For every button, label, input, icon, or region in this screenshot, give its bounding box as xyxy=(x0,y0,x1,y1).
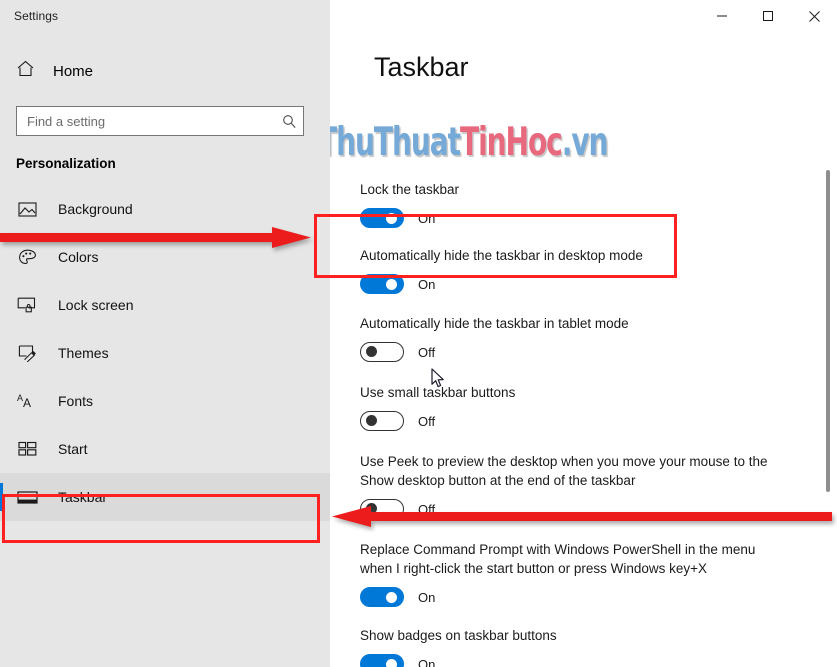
toggle-row: On xyxy=(360,208,827,228)
setting-label: Automatically hide the taskbar in deskto… xyxy=(360,248,643,263)
sidebar-item-start[interactable]: Start xyxy=(0,425,330,473)
close-button[interactable] xyxy=(791,0,837,32)
watermark-part3: .vn xyxy=(561,120,609,165)
app-title: Settings xyxy=(14,9,59,23)
toggle-state-label: On xyxy=(418,210,436,226)
sidebar-item-start-label: Start xyxy=(58,441,88,457)
setting-label: Show badges on taskbar buttons xyxy=(360,628,557,643)
setting-use-small-taskbar-buttons: Use small taskbar buttons Off xyxy=(360,383,827,431)
toggle-state-label: Off xyxy=(418,413,436,429)
sidebar-item-fonts-label: Fonts xyxy=(58,393,94,409)
setting-label: Replace Command Prompt with Windows Powe… xyxy=(360,542,756,576)
sidebar-item-themes[interactable]: Themes xyxy=(0,329,330,377)
close-icon xyxy=(808,10,821,23)
sidebar-item-home[interactable]: Home xyxy=(0,54,330,88)
sidebar-item-taskbar-label: Taskbar xyxy=(58,489,108,505)
sidebar: Home Personalization xyxy=(0,32,330,667)
home-icon xyxy=(16,59,35,83)
setting-show-badges: Show badges on taskbar buttons On xyxy=(360,626,827,667)
watermark-part1: ThuThuat xyxy=(330,120,461,165)
palette-icon xyxy=(16,248,38,267)
site-watermark: ThuThuatTinHoc.vn xyxy=(330,120,609,165)
toggle-row: Off xyxy=(360,499,827,519)
sidebar-item-background[interactable]: Background xyxy=(0,185,330,233)
setting-replace-command-prompt: Replace Command Prompt with Windows Powe… xyxy=(360,540,827,607)
content-pane: Taskbar ThuThuatTinHoc.vn Lock the taskb… xyxy=(330,32,837,667)
toggle-use-small-taskbar-buttons[interactable] xyxy=(360,411,404,431)
image-icon xyxy=(16,201,38,218)
fonts-aa-icon: A A xyxy=(16,392,38,410)
settings-window: Settings Home Find a setting Personaliza… xyxy=(0,0,837,667)
toggle-state-label: On xyxy=(418,589,436,605)
setting-label: Use small taskbar buttons xyxy=(360,385,516,400)
toggle-show-badges[interactable] xyxy=(360,654,404,667)
toggle-row: Off xyxy=(360,342,827,362)
sidebar-nav-list: Background Colors Lock screen Themes A A… xyxy=(0,185,330,521)
setting-label: Lock the taskbar xyxy=(360,182,460,197)
watermark-part2: TinHoc xyxy=(460,120,563,165)
minimize-icon xyxy=(716,10,728,22)
toggle-row: On xyxy=(360,654,827,667)
sidebar-item-taskbar[interactable]: Taskbar xyxy=(0,473,330,521)
toggle-state-label: Off xyxy=(418,344,436,360)
theme-brush-icon xyxy=(16,344,38,362)
start-tiles-icon xyxy=(16,441,38,457)
sidebar-item-lock-screen-label: Lock screen xyxy=(58,297,134,313)
sidebar-item-fonts[interactable]: A A Fonts xyxy=(0,377,330,425)
sidebar-item-background-label: Background xyxy=(58,201,133,217)
window-controls xyxy=(330,0,837,32)
sidebar-item-home-label: Home xyxy=(53,62,94,80)
toggle-row: On xyxy=(360,587,827,607)
maximize-icon xyxy=(762,10,774,22)
toggle-row: On xyxy=(360,274,827,294)
content-scrollbar[interactable] xyxy=(822,32,834,667)
sidebar-item-themes-label: Themes xyxy=(58,345,109,361)
sidebar-section-title: Personalization xyxy=(16,156,116,171)
setting-use-peek: Use Peek to preview the desktop when you… xyxy=(360,452,827,519)
minimize-button[interactable] xyxy=(699,0,745,32)
toggle-auto-hide-tablet-mode[interactable] xyxy=(360,342,404,362)
toggle-state-label: On xyxy=(418,656,436,667)
search-box[interactable] xyxy=(16,106,304,136)
lock-screen-icon xyxy=(16,296,38,314)
search-icon[interactable] xyxy=(275,114,303,129)
window-body: Home Personalization xyxy=(0,32,837,667)
toggle-state-label: Off xyxy=(418,501,436,517)
title-bar: Settings xyxy=(0,0,837,32)
toggle-replace-command-prompt[interactable] xyxy=(360,587,404,607)
svg-text:A: A xyxy=(23,396,31,410)
sidebar-item-lock-screen[interactable]: Lock screen xyxy=(0,281,330,329)
toggle-row: Off xyxy=(360,411,827,431)
maximize-button[interactable] xyxy=(745,0,791,32)
setting-lock-the-taskbar: Lock the taskbar On xyxy=(360,180,827,228)
sidebar-item-colors-label: Colors xyxy=(58,249,99,265)
toggle-state-label: On xyxy=(418,276,436,292)
title-bar-left: Settings xyxy=(0,0,330,32)
settings-list: Lock the taskbar On Automatically hide t… xyxy=(360,180,827,667)
setting-auto-hide-tablet-mode: Automatically hide the taskbar in tablet… xyxy=(360,314,827,362)
toggle-use-peek[interactable] xyxy=(360,499,404,519)
taskbar-icon xyxy=(16,490,38,505)
toggle-lock-the-taskbar[interactable] xyxy=(360,208,404,228)
toggle-auto-hide-desktop-mode[interactable] xyxy=(360,274,404,294)
sidebar-item-colors[interactable]: Colors xyxy=(0,233,330,281)
setting-label: Automatically hide the taskbar in tablet… xyxy=(360,316,629,331)
scrollbar-thumb[interactable] xyxy=(826,170,830,492)
search-input[interactable] xyxy=(17,107,275,135)
setting-label: Use Peek to preview the desktop when you… xyxy=(360,454,768,488)
setting-auto-hide-desktop-mode: Automatically hide the taskbar in deskto… xyxy=(360,246,827,294)
page-title: Taskbar xyxy=(374,52,469,82)
